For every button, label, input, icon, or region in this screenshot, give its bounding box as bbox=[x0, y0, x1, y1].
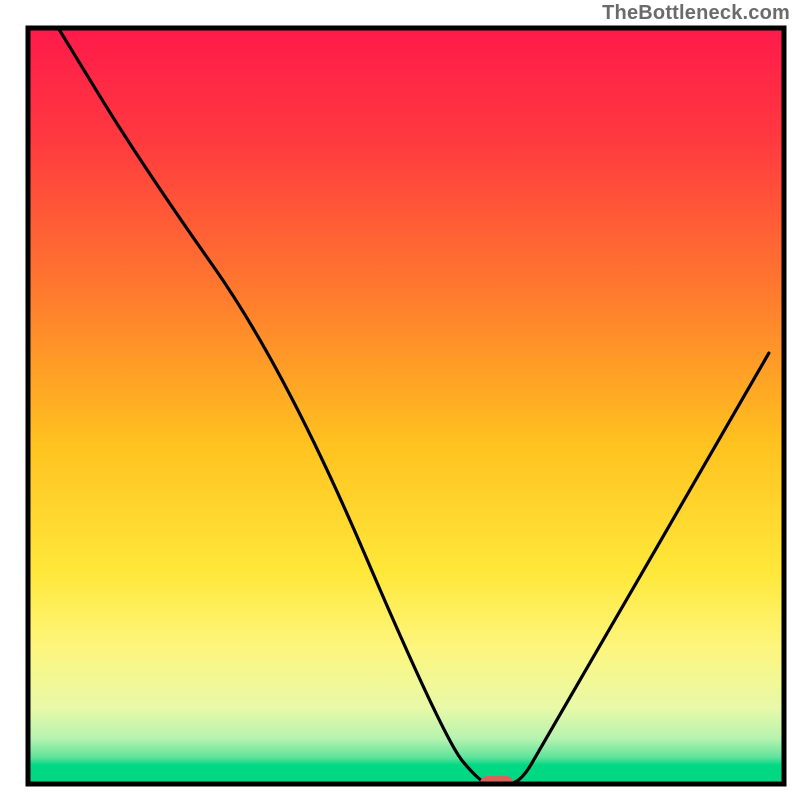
chart-container: { "watermark": "TheBottleneck.com", "cha… bbox=[0, 0, 800, 800]
gradient-background bbox=[28, 28, 784, 784]
watermark-text: TheBottleneck.com bbox=[602, 2, 790, 25]
bottleneck-chart bbox=[0, 0, 800, 800]
